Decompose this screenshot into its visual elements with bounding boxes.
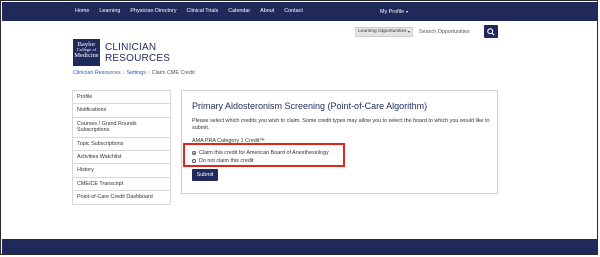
chevron-down-icon: ▾	[407, 29, 410, 34]
sidebar-item-credit-dashboard[interactable]: Point-of-Care Credit Dashboard	[73, 191, 170, 205]
sidebar-item-notifications[interactable]: Notifications	[73, 104, 170, 118]
breadcrumb: Clinician Resources › Settings › Claim CME C…	[73, 70, 195, 76]
nav-link-clinical-trials[interactable]: Clinical Trials	[187, 2, 219, 21]
submit-button[interactable]: Submit	[192, 169, 218, 181]
site-title: CLINICIAN RESOURCES	[105, 42, 170, 64]
sidebar-item-course-subscriptions[interactable]: Courses / Grand Rounds Subscriptions	[73, 118, 170, 138]
site-title-line-1: CLINICIAN	[105, 42, 157, 53]
search-scope-select[interactable]: Learning Opportunities ▾	[355, 27, 413, 37]
sidebar-item-activities-watchlist[interactable]: Activities Watchlist	[73, 151, 170, 165]
nav-link-contact[interactable]: Contact	[284, 2, 303, 21]
highlight-annotation-box	[183, 143, 345, 167]
sidebar-item-history[interactable]: History	[73, 164, 170, 178]
nav-link-home[interactable]: Home	[75, 2, 89, 21]
activity-title: Primary Aldosteronism Screening (Point-o…	[192, 101, 428, 111]
top-nav-links: Home Learning Physician Directory Clinic…	[75, 2, 313, 21]
breadcrumb-separator: ›	[122, 70, 125, 76]
nav-link-physician-directory[interactable]: Physician Directory	[130, 2, 176, 21]
sidebar-item-transcript[interactable]: CME/CE Transcript	[73, 178, 170, 192]
site-title-line-2: RESOURCES	[105, 53, 171, 64]
search-scope-value: Learning Opportunities	[358, 29, 407, 34]
claim-instructions: Please select which credits you wish to …	[192, 118, 490, 131]
sidebar-item-topic-subscriptions[interactable]: Topic Subscriptions	[73, 138, 170, 152]
breadcrumb-settings[interactable]: Settings	[126, 70, 145, 76]
site-footer	[2, 239, 597, 254]
breadcrumb-clinician-resources[interactable]: Clinician Resources	[73, 70, 121, 76]
breadcrumb-current: Claim CME Credit	[151, 70, 195, 76]
claim-credit-card: Primary Aldosteronism Screening (Point-o…	[181, 90, 498, 194]
logo-line-3: Medicine	[74, 51, 99, 59]
top-navigation: Home Learning Physician Directory Clinic…	[2, 2, 597, 22]
nav-link-calendar[interactable]: Calendar	[228, 2, 250, 21]
my-profile-menu[interactable]: My Profile ▾	[380, 2, 408, 22]
search-button[interactable]	[484, 25, 498, 38]
search-input[interactable]: Search Opportunities	[415, 27, 478, 37]
settings-sidebar: Profile Notifications Courses / Grand Ro…	[72, 90, 171, 205]
chevron-down-icon: ▾	[405, 9, 408, 14]
sidebar-item-profile[interactable]: Profile	[73, 91, 170, 105]
nav-link-about[interactable]: About	[260, 2, 274, 21]
my-profile-label: My Profile	[380, 9, 404, 15]
baylor-logo[interactable]: Baylor College of Medicine	[73, 39, 100, 66]
search-icon	[487, 28, 495, 36]
nav-link-learning[interactable]: Learning	[99, 2, 120, 21]
breadcrumb-separator: ›	[147, 70, 150, 76]
page-frame: Home Learning Physician Directory Clinic…	[0, 0, 598, 255]
